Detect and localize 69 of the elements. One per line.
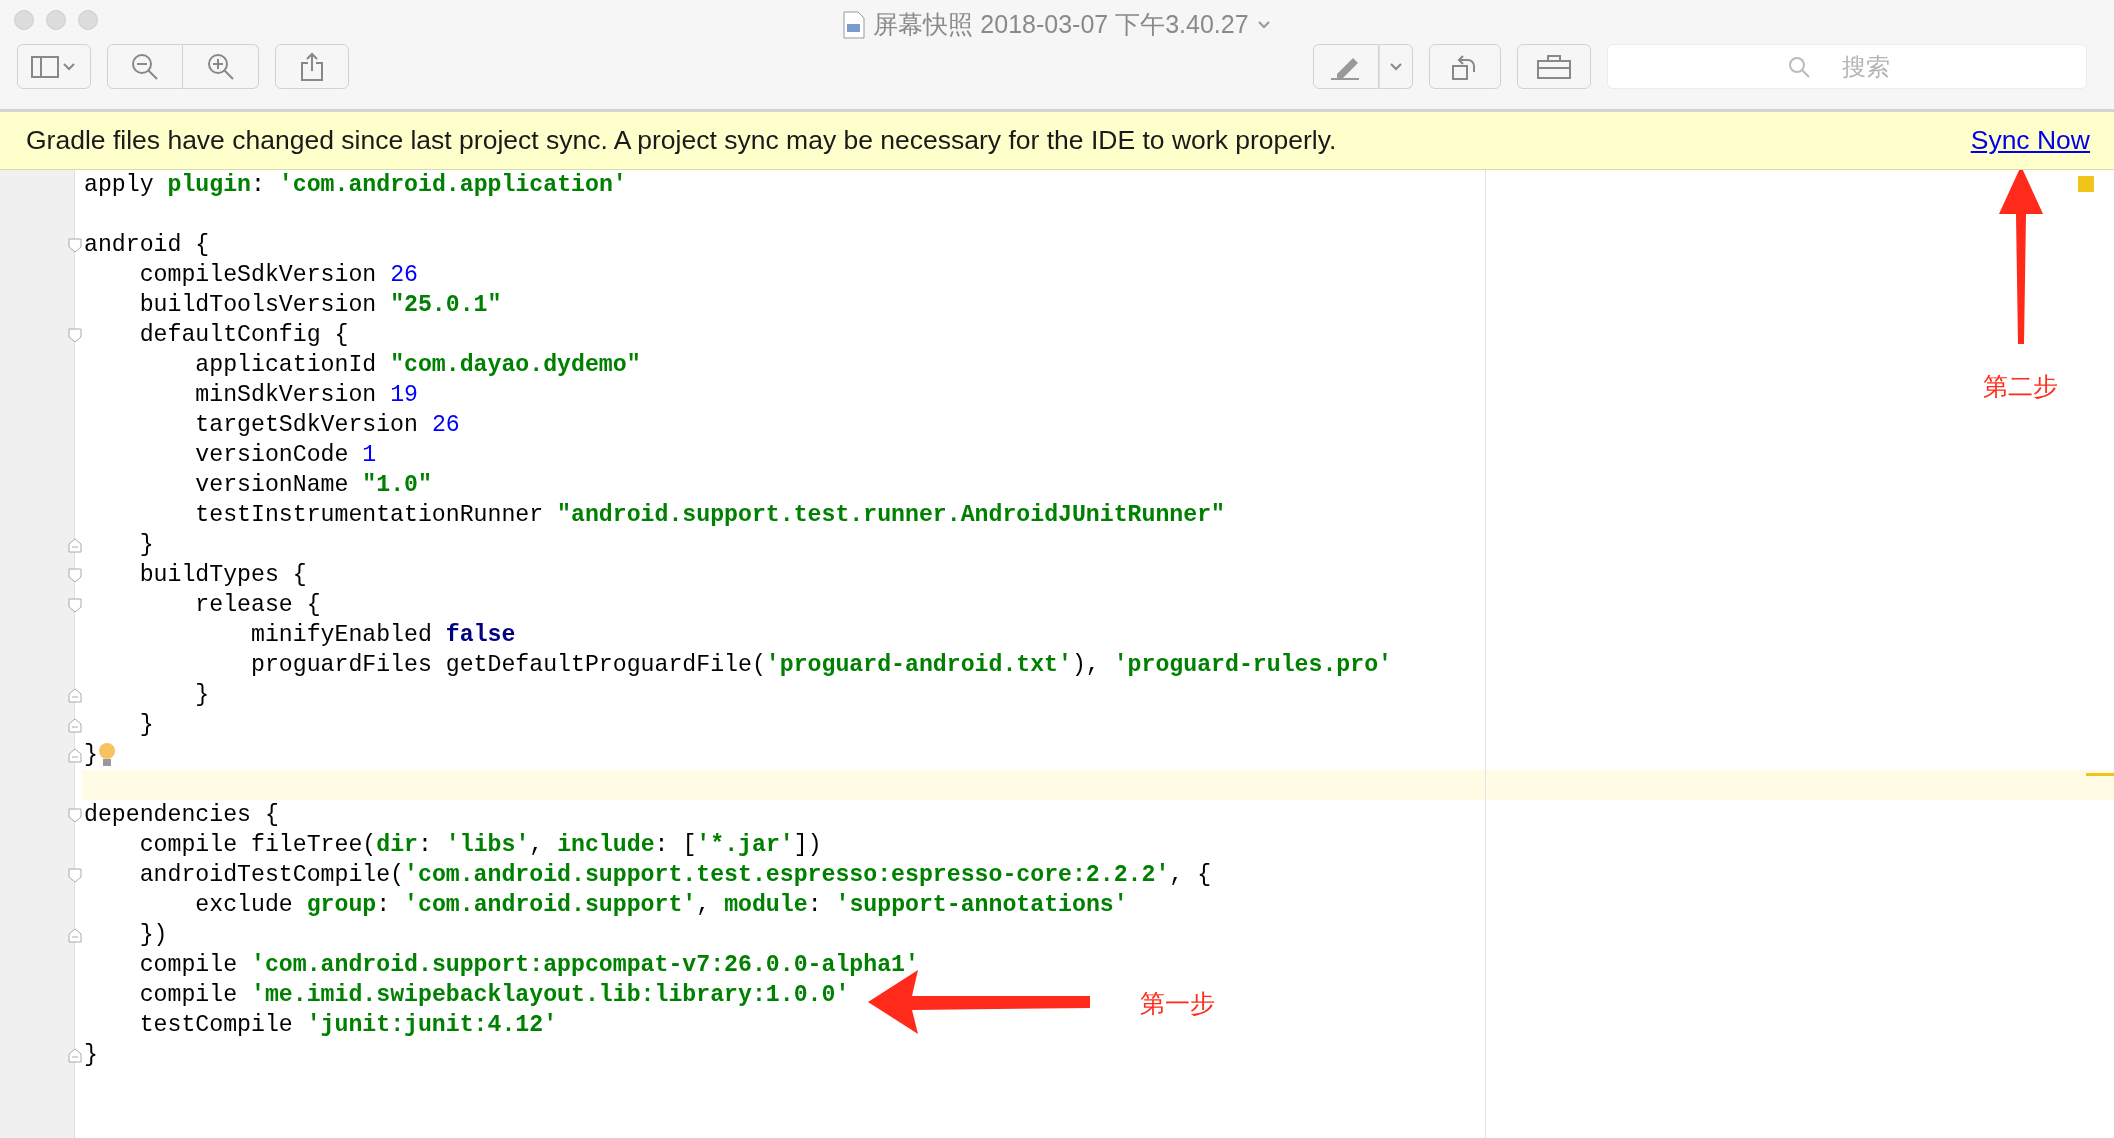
sync-now-link[interactable]: Sync Now xyxy=(1970,120,2090,161)
share-icon xyxy=(300,51,324,82)
close-window-button[interactable] xyxy=(14,10,34,30)
fold-marker-icon[interactable] xyxy=(68,597,82,613)
search-field[interactable]: 搜索 xyxy=(1607,44,2087,89)
code-line: applicationId "com.dayao.dydemo" xyxy=(194,350,641,380)
fold-marker-icon[interactable] xyxy=(68,927,82,943)
code-line: } xyxy=(138,710,154,740)
sidebar-icon xyxy=(31,55,77,78)
code-line: minSdkVersion 19 xyxy=(194,380,418,410)
caret-line-marker xyxy=(2086,773,2114,776)
code-line: defaultConfig { xyxy=(138,320,349,350)
code-line: testCompile 'junit:junit:4.12' xyxy=(138,1010,558,1040)
code-line: } xyxy=(194,680,210,710)
zoom-window-button[interactable] xyxy=(78,10,98,30)
fold-marker-icon[interactable] xyxy=(68,237,82,253)
code-line: compile fileTree(dir: 'libs', include: ['*.jar']) xyxy=(138,830,822,860)
code-line: minifyEnabled false xyxy=(249,620,516,650)
code-line: compile 'me.imid.swipebacklayout.lib:library:1.0.0' xyxy=(138,980,850,1010)
code-line: compile 'com.android.support:appcompat-v7:26.0.0-alpha1' xyxy=(138,950,919,980)
fold-marker-icon[interactable] xyxy=(68,717,82,733)
share-button[interactable] xyxy=(275,44,349,89)
notification-message: Gradle files have changed since last project sync. A project sync may be necessary for the IDE to work properly. xyxy=(26,123,1337,157)
fold-marker-icon[interactable] xyxy=(68,1047,82,1063)
markup-button[interactable] xyxy=(1313,44,1379,89)
search-icon xyxy=(1787,55,1811,79)
fold-marker-icon[interactable] xyxy=(68,327,82,343)
code-line: release { xyxy=(194,590,321,620)
code-line: exclude group: 'com.android.support', module: 'support-annotations' xyxy=(194,890,1128,920)
chevron-down-icon[interactable] xyxy=(1256,19,1271,30)
minimize-window-button[interactable] xyxy=(46,10,66,30)
code-line: dependencies { xyxy=(84,800,279,830)
chevron-down-icon xyxy=(1389,61,1403,72)
zoom-in-icon xyxy=(205,51,236,82)
fold-marker-icon[interactable] xyxy=(68,747,82,763)
code-line: versionCode 1 xyxy=(194,440,377,470)
annotation-label: 第二步 xyxy=(1983,371,2058,402)
code-line: } xyxy=(84,1040,98,1070)
code-line: buildTypes { xyxy=(138,560,307,590)
code-line: }) xyxy=(138,920,168,950)
window-title: 屏幕快照 2018-03-07 下午3.40.27 xyxy=(873,9,1249,40)
fold-marker-icon[interactable] xyxy=(68,537,82,553)
code-line: compileSdkVersion 26 xyxy=(138,260,418,290)
code-line: proguardFiles getDefaultProguardFile('proguard-android.txt'), 'proguard-rules.pro' xyxy=(249,650,1392,680)
fold-marker-icon[interactable] xyxy=(68,687,82,703)
lightbulb-icon[interactable] xyxy=(97,742,116,768)
code-line: } xyxy=(138,530,154,560)
zoom-in-button[interactable] xyxy=(183,44,259,89)
code-line: targetSdkVersion 26 xyxy=(194,410,460,440)
toolbox-icon xyxy=(1536,53,1572,80)
zoom-out-icon xyxy=(130,51,160,82)
rotate-button[interactable] xyxy=(1429,44,1501,89)
sidebar-button[interactable] xyxy=(17,44,91,89)
annotation-label: 第一步 xyxy=(1140,988,1215,1019)
toolbox-button[interactable] xyxy=(1517,44,1591,89)
code-line: android { xyxy=(84,230,210,260)
code-line: apply plugin: 'com.android.application' xyxy=(84,170,627,200)
fold-marker-icon[interactable] xyxy=(68,567,82,583)
code-line: versionName "1.0" xyxy=(194,470,432,500)
document-icon xyxy=(843,10,866,39)
zoom-out-button[interactable] xyxy=(107,44,183,89)
fold-marker-icon[interactable] xyxy=(68,867,82,883)
code-line: androidTestCompile('com.android.support.test.espresso:espresso-core:2.2.2', { xyxy=(138,860,1212,890)
warning-marker xyxy=(2078,176,2094,192)
code-line: } xyxy=(84,740,98,770)
markup-dropdown-button[interactable] xyxy=(1379,44,1413,89)
code-line: testInstrumentationRunner "android.support.test.runner.AndroidJUnitRunner" xyxy=(194,500,1226,530)
code-line: buildToolsVersion "25.0.1" xyxy=(138,290,502,320)
fold-marker-icon[interactable] xyxy=(68,807,82,823)
